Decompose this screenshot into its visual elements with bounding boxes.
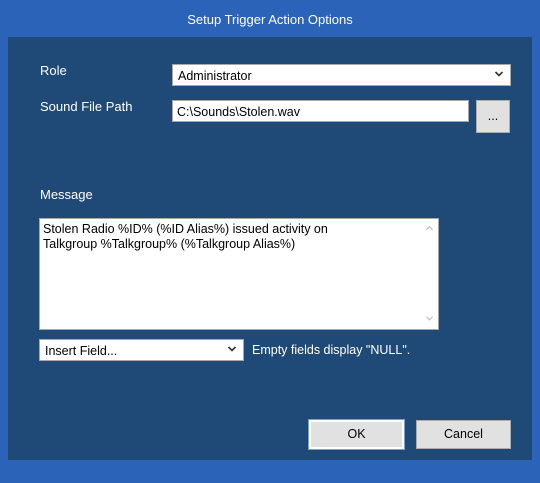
message-text: Stolen Radio %ID% (%ID Alias%) issued ac… <box>43 222 328 251</box>
chevron-up-icon[interactable] <box>425 224 434 233</box>
role-label: Role <box>40 63 67 78</box>
window-title: Setup Trigger Action Options <box>1 1 539 37</box>
sound-file-path-input[interactable]: C:\Sounds\Stolen.wav <box>172 100 469 122</box>
message-textarea[interactable]: Stolen Radio %ID% (%ID Alias%) issued ac… <box>39 218 439 330</box>
chevron-down-icon[interactable] <box>425 314 434 323</box>
empty-fields-hint: Empty fields display "NULL". <box>252 343 411 357</box>
message-scrollbar[interactable] <box>421 219 438 329</box>
insert-field-dropdown[interactable]: Insert Field... <box>39 339 244 361</box>
browse-button[interactable]: ... <box>476 100 510 133</box>
insert-field-value: Insert Field... <box>45 344 118 358</box>
dialog-window: Setup Trigger Action Options Role Admini… <box>0 0 540 483</box>
role-dropdown-value: Administrator <box>178 69 252 83</box>
chevron-down-icon <box>227 346 237 352</box>
chevron-down-icon <box>494 71 504 77</box>
dialog-client-area: Role Administrator Sound File Path C:\So… <box>8 37 532 460</box>
cancel-button[interactable]: Cancel <box>416 420 511 449</box>
sound-file-path-value: C:\Sounds\Stolen.wav <box>177 105 300 119</box>
role-dropdown[interactable]: Administrator <box>172 64 511 86</box>
message-label: Message <box>40 187 93 202</box>
ok-button[interactable]: OK <box>308 419 405 450</box>
sound-file-path-label: Sound File Path <box>40 99 133 114</box>
